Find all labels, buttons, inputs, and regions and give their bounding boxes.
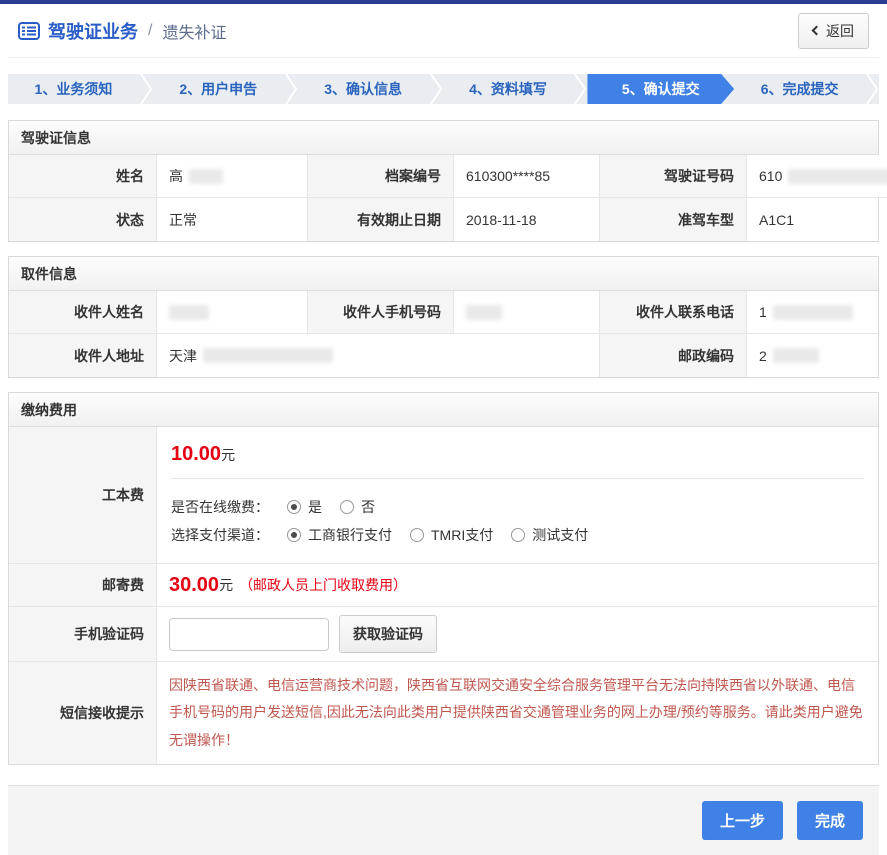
recipient-address-label: 收件人地址	[9, 334, 157, 377]
redacted-text	[466, 305, 502, 320]
license-no-label: 驾驶证号码	[600, 155, 747, 198]
sms-code-field: 获取验证码	[157, 607, 878, 662]
fees-section-title: 缴纳费用	[9, 393, 878, 427]
step-2-user-declaration[interactable]: 2、用户申告	[153, 74, 284, 104]
postal-code-value: 2	[747, 334, 878, 377]
license-section-title: 驾驶证信息	[9, 121, 878, 155]
recipient-name-label: 收件人姓名	[9, 291, 157, 334]
radio-channel-tmri[interactable]: TMRI支付	[410, 525, 493, 545]
license-no-value: 610	[747, 155, 887, 198]
radio-channel-tmri-label: TMRI支付	[431, 525, 493, 545]
radio-online-no-label: 否	[361, 497, 375, 517]
expiry-value: 2018-11-18	[454, 198, 600, 241]
radio-channel-icbc-label: 工商银行支付	[308, 525, 392, 545]
recipient-mobile-label: 收件人手机号码	[308, 291, 454, 334]
production-fee-value: 10.00元 是否在线缴费： 是 否	[157, 427, 878, 564]
radio-online-yes-label: 是	[308, 497, 322, 517]
finish-button[interactable]: 完成	[797, 801, 863, 840]
radio-channel-test-label: 测试支付	[532, 525, 588, 545]
recipient-phone-value: 1	[747, 291, 878, 334]
previous-step-button[interactable]: 上一步	[702, 801, 783, 840]
recipient-name-value	[157, 291, 308, 334]
radio-online-no[interactable]: 否	[340, 497, 375, 517]
postal-code-label: 邮政编码	[600, 334, 747, 377]
breadcrumb-current: 遗失补证	[162, 19, 226, 43]
name-value: 高	[157, 155, 308, 198]
mailing-fee-note: （邮政人员上门收取费用）	[239, 575, 407, 595]
expiry-label: 有效期止日期	[308, 198, 454, 241]
breadcrumb: 驾驶证业务 / 遗失补证	[18, 18, 226, 44]
step-3-confirm-info[interactable]: 3、确认信息	[298, 74, 429, 104]
breadcrumb-separator: /	[148, 22, 152, 40]
radio-unselected-icon	[340, 500, 354, 514]
payment-channel-question: 选择支付渠道：	[171, 525, 269, 545]
footer-action-bar: 上一步 完成	[8, 785, 879, 855]
step-separator-icon	[865, 74, 879, 104]
recipient-mobile-value	[454, 291, 600, 334]
radio-selected-icon	[287, 500, 301, 514]
step-6-complete-submit[interactable]: 6、完成提交	[734, 74, 865, 104]
fees-section: 缴纳费用 工本费 10.00元 是否在线缴费： 是	[8, 392, 879, 765]
step-4-fill-data[interactable]: 4、资料填写	[443, 74, 574, 104]
sms-notice-text: 因陕西省联通、电信运营商技术问题，陕西省互联网交通安全综合服务管理平台无法向持陕…	[169, 662, 866, 764]
online-payment-question: 是否在线缴费：	[171, 497, 269, 517]
radio-channel-test[interactable]: 测试支付	[511, 525, 588, 545]
get-code-button[interactable]: 获取验证码	[339, 615, 437, 653]
recipient-phone-label: 收件人联系电话	[600, 291, 747, 334]
back-button[interactable]: 返回	[798, 13, 869, 49]
redacted-text	[788, 169, 887, 184]
sms-code-label: 手机验证码	[9, 607, 157, 662]
status-value: 正常	[157, 198, 308, 241]
step-separator-icon	[429, 74, 443, 104]
file-no-value: 610300****85	[454, 155, 600, 198]
mailing-fee-value: 30.00元 （邮政人员上门收取费用）	[157, 564, 878, 607]
radio-channel-icbc[interactable]: 工商银行支付	[287, 525, 392, 545]
step-5-confirm-submit[interactable]: 5、确认提交	[587, 74, 734, 104]
step-separator-icon	[284, 74, 298, 104]
step-separator-icon	[573, 74, 587, 104]
mailing-fee-label: 邮寄费	[9, 564, 157, 607]
sms-notice-label: 短信接收提示	[9, 662, 157, 764]
pickup-info-section: 取件信息 收件人姓名 收件人手机号码 收件人联系电话 1 收件人地址 天津 邮政…	[8, 256, 879, 378]
production-fee-label: 工本费	[9, 427, 157, 564]
pickup-section-title: 取件信息	[9, 257, 878, 291]
online-payment-question-row: 是否在线缴费： 是 否	[171, 497, 864, 517]
redacted-text	[189, 169, 223, 184]
radio-unselected-icon	[511, 528, 525, 542]
payment-options: 是否在线缴费： 是 否 选择支付渠道：	[171, 478, 864, 545]
redacted-text	[773, 305, 853, 320]
name-label: 姓名	[9, 155, 157, 198]
radio-online-yes[interactable]: 是	[287, 497, 322, 517]
redacted-text	[203, 348, 333, 363]
license-info-section: 驾驶证信息 姓名 高 档案编号 610300****85 驾驶证号码 610 状…	[8, 120, 879, 242]
production-fee-amount: 10.00元	[171, 437, 864, 478]
step-navigation: 1、业务须知 2、用户申告 3、确认信息 4、资料填写 5、确认提交 6、完成提…	[8, 74, 879, 104]
back-button-label: 返回	[826, 21, 854, 41]
recipient-address-value: 天津	[157, 334, 600, 377]
radio-unselected-icon	[410, 528, 424, 542]
redacted-text	[773, 348, 819, 363]
step-separator-icon	[139, 74, 153, 104]
sms-code-input[interactable]	[169, 618, 329, 651]
payment-channel-row: 选择支付渠道： 工商银行支付 TMRI支付 测试支付	[171, 525, 864, 545]
chevron-left-icon	[812, 26, 822, 36]
page-header: 驾驶证业务 / 遗失补证 返回	[8, 4, 879, 58]
file-no-label: 档案编号	[308, 155, 454, 198]
vehicle-class-label: 准驾车型	[600, 198, 747, 241]
page-title: 驾驶证业务	[48, 18, 138, 44]
list-icon	[18, 22, 40, 40]
step-1-business-notes[interactable]: 1、业务须知	[8, 74, 139, 104]
redacted-text	[169, 305, 209, 320]
vehicle-class-value: A1C1	[747, 198, 878, 241]
status-label: 状态	[9, 198, 157, 241]
radio-selected-icon	[287, 528, 301, 542]
sms-notice-text-cell: 因陕西省联通、电信运营商技术问题，陕西省互联网交通安全综合服务管理平台无法向持陕…	[157, 662, 878, 764]
